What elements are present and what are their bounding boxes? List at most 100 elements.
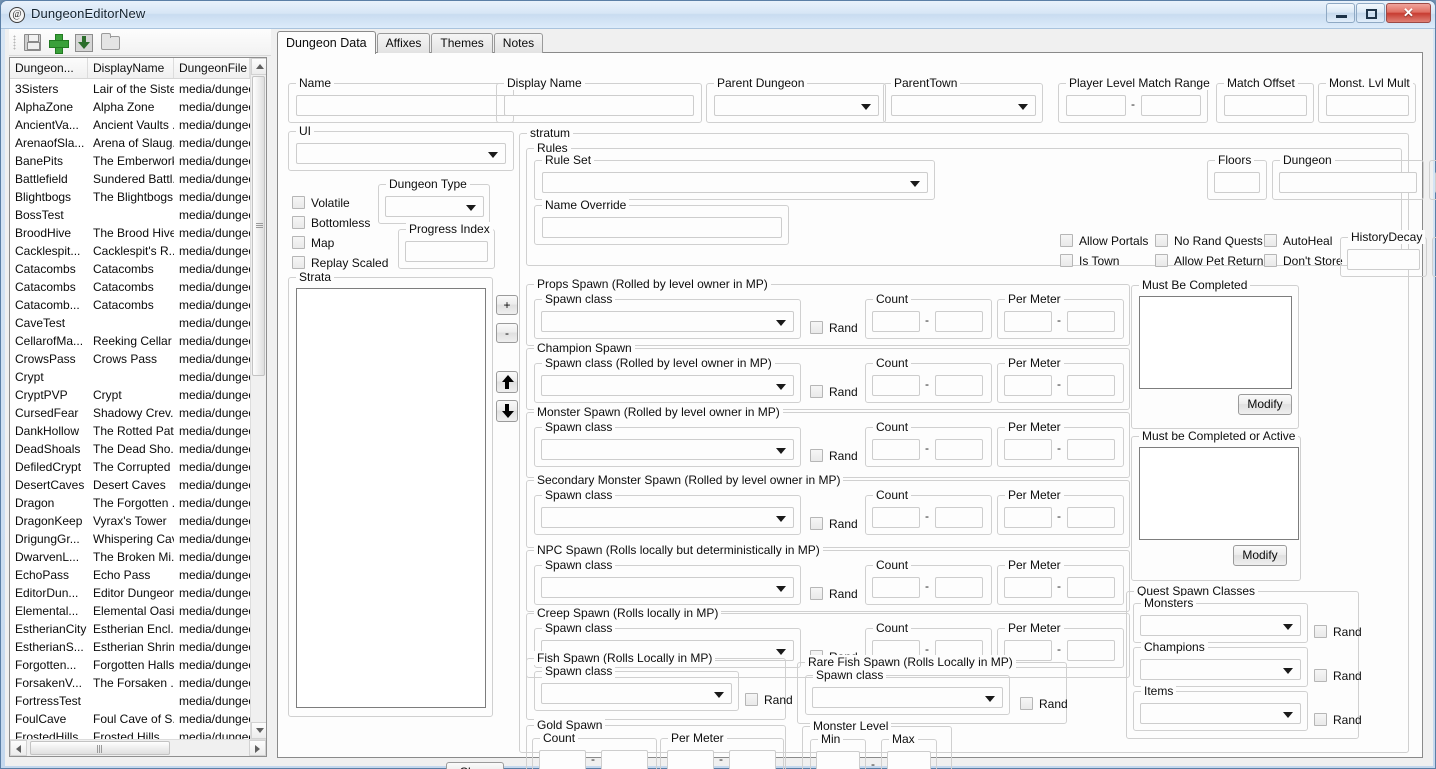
checkbox-monster-spawn-rand[interactable] [810,449,823,462]
table-row[interactable]: DragonKeep Vyrax's Tower media/dungeon [10,512,250,530]
secondary-monster-spawn-per-meter-min-input[interactable] [1004,507,1052,528]
table-row[interactable]: Battlefield Sundered Battl... media/dungeo… [10,170,250,188]
import-button[interactable] [73,32,95,54]
secondary-monster-spawn-count-max-input[interactable] [935,507,983,528]
tab-notes[interactable]: Notes [493,33,544,53]
table-row[interactable]: BroodHive The Brood Hive media/dungeon [10,224,250,242]
strata-move-down-button[interactable] [496,400,518,422]
ui-dropdown[interactable] [296,143,506,164]
monster-spawn-count-min-input[interactable] [872,439,920,460]
table-row[interactable]: EstherianCity Estherian Encl... media/dung… [10,620,250,638]
checkbox-quest-items-rand[interactable] [1314,713,1327,726]
history-decay-input[interactable] [1347,249,1420,270]
table-row[interactable]: Catacombs Catacombs media/dungeon [10,260,250,278]
table-row[interactable]: EstherianS... Estherian Shrine media/dunge… [10,638,250,656]
horizontal-scroll-thumb[interactable] [30,741,170,755]
monster-level-min-input[interactable] [816,751,860,769]
monster-spawn-class-dropdown[interactable] [541,439,794,460]
props-spawn-count-min-input[interactable] [872,311,920,332]
scroll-up-button[interactable] [251,58,266,75]
table-row[interactable]: Dragon The Forgotten ... media/dungeon [10,494,250,512]
checkbox-is-town[interactable] [1060,254,1073,267]
table-row[interactable]: DwarvenL... The Broken Mi... media/dungeon [10,548,250,566]
checkbox-allow-portals[interactable] [1060,234,1073,247]
dungeon-type-dropdown[interactable] [385,196,484,217]
clone-button[interactable]: Clone [446,762,504,769]
strata-add-button[interactable]: + [496,295,518,315]
champion-spawn-class-dropdown[interactable] [541,375,794,396]
match-offset-input[interactable] [1224,95,1307,116]
table-row[interactable]: BossTest media/dungeon [10,206,250,224]
table-row[interactable]: CrowsPass Crows Pass media/dungeon [10,350,250,368]
checkbox-dont-store[interactable] [1264,254,1277,267]
secondary-monster-spawn-count-min-input[interactable] [872,507,920,528]
gold-per-meter-min-input[interactable] [667,750,714,769]
player-level-max-input[interactable] [1141,95,1201,116]
scroll-right-button[interactable] [249,740,266,756]
checkbox-secondary-monster-spawn-rand[interactable] [810,517,823,530]
checkbox-quest-champions-rand[interactable] [1314,669,1327,682]
parent-dungeon-dropdown[interactable] [714,95,879,116]
checkbox-fish-spawn-rand[interactable] [745,693,758,706]
must-be-completed-listbox[interactable] [1139,296,1292,389]
must-be-completed-or-active-listbox[interactable] [1139,447,1299,540]
champion-spawn-count-min-input[interactable] [872,375,920,396]
strata-move-up-button[interactable] [496,371,518,393]
maximize-button[interactable] [1356,3,1385,23]
strata-listbox[interactable] [296,288,486,708]
secondary-monster-spawn-class-dropdown[interactable] [541,507,794,528]
table-row[interactable]: ForsakenV... The Forsaken ... media/dungeo… [10,674,250,692]
parent-town-dropdown[interactable] [891,95,1036,116]
listview-rows[interactable]: 3Sisters Lair of the Sisters media/dungeon… [10,80,250,739]
table-row[interactable]: Catacombs Catacombs media/dungeon [10,278,250,296]
scroll-down-button[interactable] [251,722,266,739]
save-button[interactable] [21,32,43,54]
checkbox-bottomless[interactable] [292,216,305,229]
tab-themes[interactable]: Themes [431,33,493,53]
table-row[interactable]: Catacomb... Catacombs media/dungeon [10,296,250,314]
props-spawn-count-max-input[interactable] [935,311,983,332]
npc-spawn-per-meter-max-input[interactable] [1067,577,1115,598]
dungeon-listview[interactable]: Dungeon... DisplayName DungeonFile 3Sist… [9,57,267,757]
checkbox-champion-spawn-rand[interactable] [810,385,823,398]
table-row[interactable]: Crypt media/dungeon [10,368,250,386]
dungeon-input[interactable] [1279,172,1417,193]
table-row[interactable]: AncientVa... Ancient Vaults ... media/dung… [10,116,250,134]
name-override-input[interactable] [542,217,782,238]
npc-spawn-count-max-input[interactable] [935,577,983,598]
checkbox-rare-fish-spawn-rand[interactable] [1020,697,1033,710]
monster-spawn-per-meter-min-input[interactable] [1004,439,1052,460]
monster-spawn-per-meter-max-input[interactable] [1067,439,1115,460]
rule-set-dropdown[interactable] [542,172,928,193]
quest-champions-dropdown[interactable] [1140,659,1301,680]
table-row[interactable]: DefiledCrypt The Corrupted ... media/dunge… [10,458,250,476]
listview-horizontal-scrollbar[interactable] [10,739,266,756]
champion-spawn-count-max-input[interactable] [935,375,983,396]
props-spawn-per-meter-min-input[interactable] [1004,311,1052,332]
column-header-displayname[interactable]: DisplayName [88,58,174,78]
floors-input[interactable] [1214,172,1260,193]
add-button[interactable] [47,32,69,54]
npc-spawn-class-dropdown[interactable] [541,577,794,598]
vertical-scroll-thumb[interactable] [252,76,265,376]
table-row[interactable]: Forgotten... Forgotten Halls media/dungeon [10,656,250,674]
table-row[interactable]: AlphaZone Alpha Zone media/dungeon [10,98,250,116]
checkbox-no-rand-quests[interactable] [1155,234,1168,247]
table-row[interactable]: Blightbogs The Blightbogs media/dungeon [10,188,250,206]
table-row[interactable]: BanePits The Emberworks media/dungeon [10,152,250,170]
column-header-dungeonfile[interactable]: DungeonFile [174,58,250,78]
champion-spawn-per-meter-min-input[interactable] [1004,375,1052,396]
close-button[interactable]: ✕ [1386,3,1431,23]
listview-vertical-scrollbar[interactable] [250,58,266,739]
secondary-monster-spawn-per-meter-max-input[interactable] [1067,507,1115,528]
table-row[interactable]: 3Sisters Lair of the Sisters media/dungeon [10,80,250,98]
table-row[interactable]: Elemental... Elemental Oasis media/dungeon [10,602,250,620]
scroll-left-button[interactable] [10,740,27,756]
props-spawn-class-dropdown[interactable] [541,311,794,332]
player-level-min-input[interactable] [1066,95,1126,116]
strata-remove-button[interactable]: - [496,323,518,343]
table-row[interactable]: Cacklespit... Cacklespit's R... media/dung… [10,242,250,260]
checkbox-autoheal[interactable] [1264,234,1277,247]
champion-spawn-per-meter-max-input[interactable] [1067,375,1115,396]
gold-count-max-input[interactable] [601,750,648,769]
